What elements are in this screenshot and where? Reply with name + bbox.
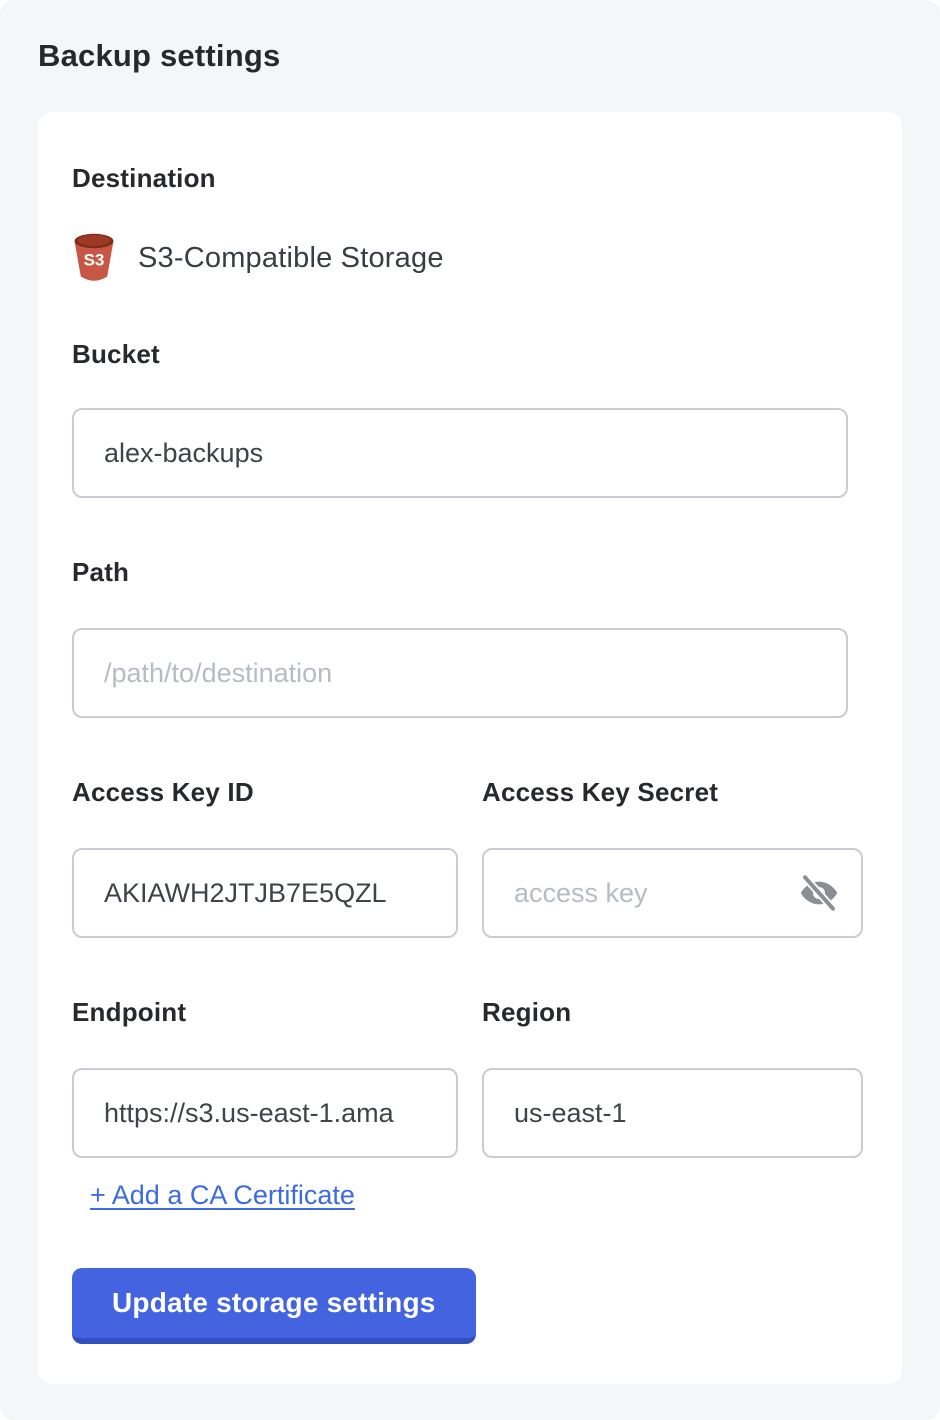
destination-value-row: S3 S3-Compatible Storage xyxy=(72,232,863,284)
s3-bucket-icon: S3 xyxy=(72,232,116,284)
endpoint-input[interactable] xyxy=(72,1068,458,1158)
access-key-secret-label: Access Key Secret xyxy=(482,778,863,806)
region-field: Region xyxy=(482,998,863,1158)
access-key-id-input[interactable] xyxy=(72,848,458,938)
endpoint-label: Endpoint xyxy=(72,998,458,1026)
update-storage-settings-button[interactable]: Update storage settings xyxy=(72,1268,476,1344)
region-label: Region xyxy=(482,998,863,1026)
svg-text:S3: S3 xyxy=(84,251,105,270)
add-ca-certificate-link[interactable]: + Add a CA Certificate xyxy=(90,1180,355,1210)
region-input[interactable] xyxy=(482,1068,863,1158)
access-keys-row: Access Key ID Access Key Secret xyxy=(72,778,863,938)
endpoint-field: Endpoint xyxy=(72,998,458,1158)
access-key-id-label: Access Key ID xyxy=(72,778,458,806)
backup-settings-card: Destination S3 S3-Compatible Storage Buc… xyxy=(38,112,902,1384)
access-key-secret-input-wrap xyxy=(482,848,863,938)
endpoint-region-row: Endpoint Region xyxy=(72,998,863,1158)
eye-off-icon[interactable] xyxy=(799,873,839,913)
path-input[interactable] xyxy=(72,628,848,718)
bucket-label: Bucket xyxy=(72,340,863,368)
page-title: Backup settings xyxy=(38,36,902,76)
access-key-secret-field: Access Key Secret xyxy=(482,778,863,938)
bucket-input[interactable] xyxy=(72,408,848,498)
path-label: Path xyxy=(72,558,863,586)
path-section: Path xyxy=(72,558,863,718)
destination-label: Destination xyxy=(72,164,863,192)
destination-value: S3-Compatible Storage xyxy=(138,242,444,275)
bucket-section: Bucket xyxy=(72,340,863,498)
backup-settings-panel: Backup settings Destination S3 S3-Compat… xyxy=(0,0,940,1420)
access-key-id-field: Access Key ID xyxy=(72,778,458,938)
destination-section: Destination S3 S3-Compatible Storage xyxy=(72,164,863,284)
